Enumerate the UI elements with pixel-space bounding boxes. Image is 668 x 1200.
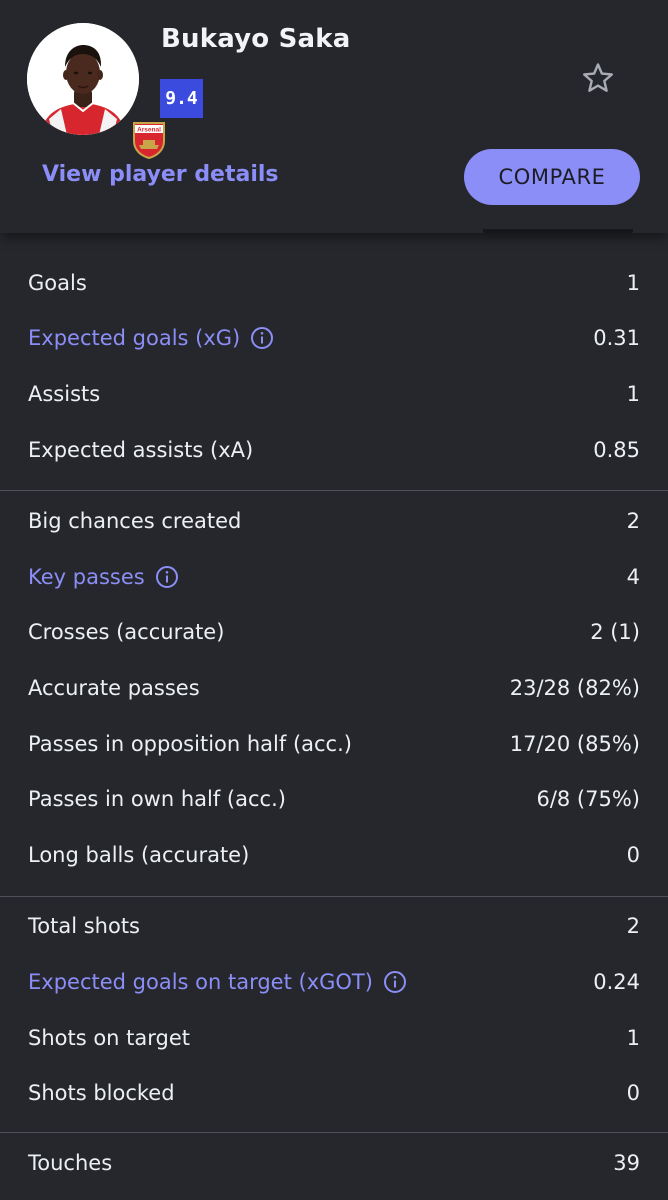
stat-label: Crosses (accurate) [28, 620, 225, 645]
info-icon[interactable] [250, 326, 274, 350]
stat-row-expected-assists: Expected assists (xA) 0.85 [0, 422, 668, 478]
player-photo [27, 23, 139, 135]
stat-label-text: Expected goals on target (xGOT) [28, 969, 373, 994]
stat-value: 2 [626, 509, 640, 534]
stats-group-attack: Goals 1 Expected goals (xG) 0.31 Assists… [0, 233, 668, 492]
stat-label: Assists [28, 381, 101, 406]
stat-row-passes-opposition-half: Passes in opposition half (acc.) 17/20 (… [0, 716, 668, 772]
stat-label: Total shots [28, 914, 140, 939]
stat-value: 0 [626, 1081, 640, 1106]
rating-badge: 9.4 [160, 79, 203, 118]
stats-list: Goals 1 Expected goals (xG) 0.31 Assists… [0, 233, 668, 1191]
stat-label: Passes in own half (acc.) [28, 787, 286, 812]
view-player-details-link[interactable]: View player details [42, 162, 279, 187]
stat-label-link[interactable]: Expected goals (xG) [28, 326, 274, 350]
stat-label: Accurate passes [28, 675, 200, 700]
stat-row-passes-own-half: Passes in own half (acc.) 6/8 (75%) [0, 771, 668, 827]
stat-label-link[interactable]: Key passes [28, 565, 179, 589]
info-icon[interactable] [155, 565, 179, 589]
stat-label-link[interactable]: Expected goals on target (xGOT) [28, 970, 407, 994]
stat-value: 23/28 (82%) [509, 675, 640, 700]
stat-value: 1 [626, 270, 640, 295]
stat-row-goals: Goals 1 [0, 255, 668, 311]
stat-row-crosses: Crosses (accurate) 2 (1) [0, 605, 668, 661]
stat-row-touches: Touches 39 [0, 1135, 668, 1191]
stat-value: 0 [626, 842, 640, 867]
stat-value: 0.31 [593, 326, 640, 351]
stat-value: 1 [626, 381, 640, 406]
stat-row-expected-goals[interactable]: Expected goals (xG) 0.31 [0, 311, 668, 367]
stat-label: Passes in opposition half (acc.) [28, 731, 352, 756]
info-icon[interactable] [383, 970, 407, 994]
stat-row-big-chances-created: Big chances created 2 [0, 493, 668, 549]
stat-row-xgot[interactable]: Expected goals on target (xGOT) 0.24 [0, 954, 668, 1010]
stat-label: Touches [28, 1150, 113, 1175]
stat-value: 0.85 [593, 437, 640, 462]
stat-value: 4 [626, 564, 640, 589]
stat-label: Shots on target [28, 1025, 191, 1050]
stat-value: 17/20 (85%) [509, 731, 640, 756]
stat-label: Big chances created [28, 509, 242, 534]
stats-group-passing: Big chances created 2 Key passes 4 Cross… [0, 491, 668, 897]
stat-row-total-shots: Total shots 2 [0, 899, 668, 955]
stat-label-text: Key passes [28, 564, 145, 589]
favorite-star-icon[interactable] [580, 61, 616, 97]
stat-label-text: Expected goals (xG) [28, 326, 241, 351]
stat-label: Expected assists (xA) [28, 437, 254, 462]
player-name: Bukayo Saka [161, 24, 351, 54]
stat-row-shots-on-target: Shots on target 1 [0, 1010, 668, 1066]
stat-row-key-passes[interactable]: Key passes 4 [0, 549, 668, 605]
header-divider-accent [483, 229, 633, 233]
stat-value: 39 [613, 1150, 640, 1175]
club-badge-text: Arsenal [137, 127, 161, 134]
stat-value: 1 [626, 1025, 640, 1050]
stat-row-shots-blocked: Shots blocked 0 [0, 1065, 668, 1121]
stat-row-assists: Assists 1 [0, 366, 668, 422]
stat-row-accurate-passes: Accurate passes 23/28 (82%) [0, 660, 668, 716]
stats-group-other: Touches 39 [0, 1133, 668, 1191]
player-avatar: Arsenal [27, 23, 165, 159]
stat-value: 2 [626, 914, 640, 939]
stat-value: 2 (1) [590, 620, 640, 645]
player-header: Arsenal Bukayo Saka 9.4 View player deta… [0, 0, 668, 233]
stat-value: 0.24 [593, 969, 640, 994]
stats-group-shooting: Total shots 2 Expected goals on target (… [0, 897, 668, 1133]
player-stats-sheet: Arsenal Bukayo Saka 9.4 View player deta… [0, 0, 668, 1200]
stat-row-long-balls: Long balls (accurate) 0 [0, 827, 668, 883]
stat-label: Goals [28, 270, 87, 295]
stat-value: 6/8 (75%) [536, 787, 640, 812]
club-crest-icon: Arsenal [132, 121, 166, 159]
stat-label: Shots blocked [28, 1081, 175, 1106]
compare-button[interactable]: COMPARE [464, 149, 640, 205]
stat-label: Long balls (accurate) [28, 842, 250, 867]
